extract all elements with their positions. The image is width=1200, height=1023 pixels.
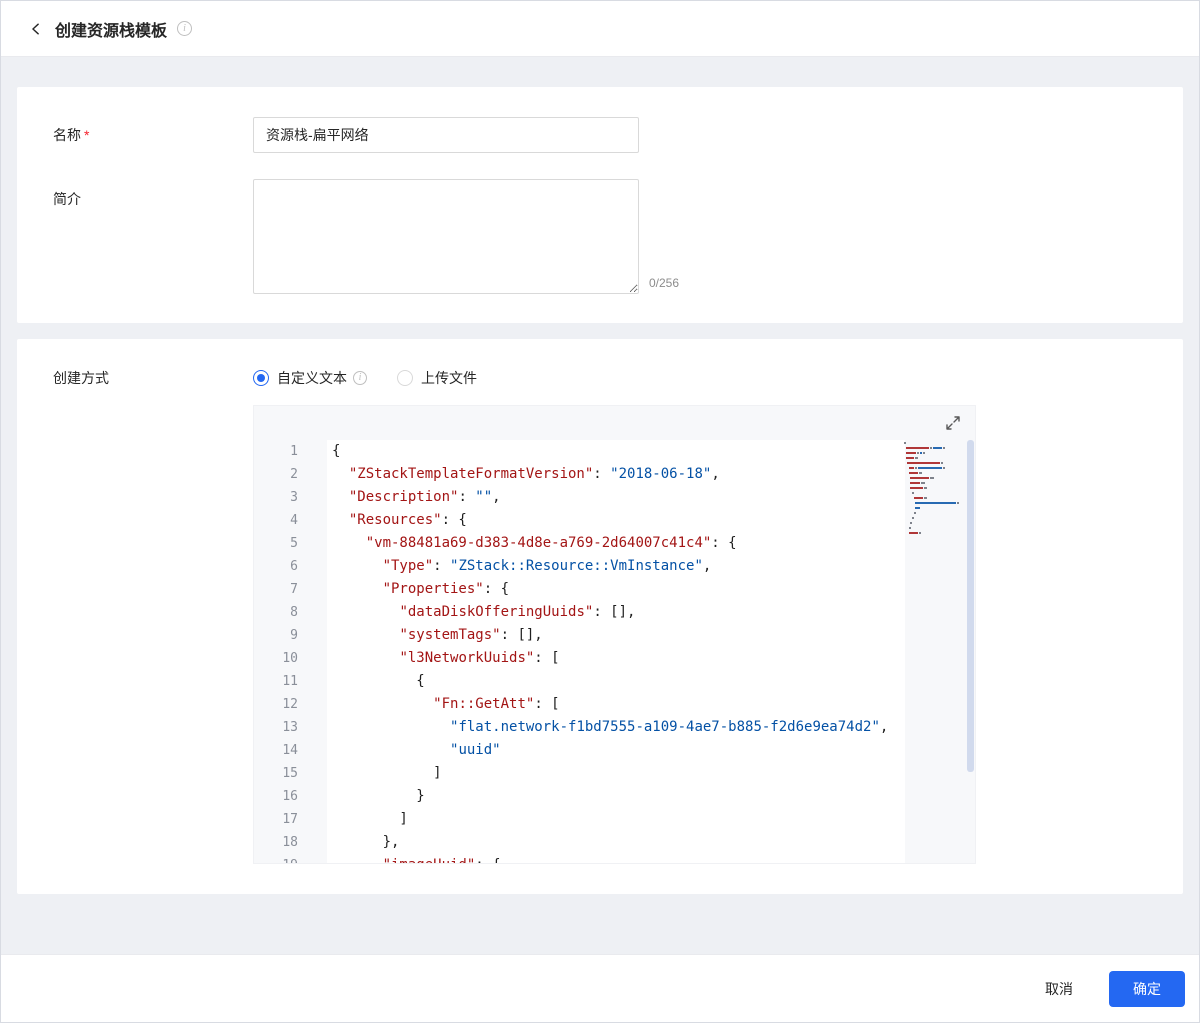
radio-group: 自定义文本 i 上传文件: [253, 367, 1147, 389]
code-line: "vm-88481a69-d383-4d8e-a769-2d64007c41c4…: [365, 535, 737, 551]
line-number: 18: [282, 835, 298, 850]
page-header: 创建资源栈模板 i: [1, 1, 1199, 57]
line-number: 17: [282, 812, 298, 827]
line-number: 5: [290, 536, 298, 551]
line-number: 3: [290, 490, 298, 505]
line-number: 6: [290, 559, 298, 574]
line-number: 11: [282, 674, 298, 689]
code-line: }: [332, 788, 425, 804]
code-line: "Type": "ZStack::Resource::VmInstance",: [382, 558, 712, 574]
line-number: 1: [290, 444, 298, 459]
name-label-text: 名称: [53, 127, 81, 143]
info-icon: i: [177, 21, 193, 36]
code-line: "Properties": {: [382, 581, 510, 597]
line-number: 12: [282, 697, 298, 712]
code-line: "ZStackTemplateFormatVersion": "2018-06-…: [348, 466, 720, 482]
create-method-card: 创建方式 自定义文本 i 上传文件 1 2 3 4 5 6 7 8 9 10 1…: [17, 339, 1183, 894]
cancel-button[interactable]: 取消: [1035, 971, 1083, 1007]
code-line: "Description": "",: [348, 489, 501, 505]
code-line: "Resources": {: [348, 512, 467, 528]
line-number: 9: [290, 628, 298, 643]
radio-dot-icon: [253, 370, 269, 386]
char-counter: 0/256: [649, 276, 680, 290]
description-row: 简介 0/256: [53, 179, 1147, 294]
editor-code-area[interactable]: { "ZStackTemplateFormatVersion": "2018-0…: [327, 440, 905, 863]
code-line: "flat.network-f1bd7555-a109-4ae7-b885-f2…: [450, 719, 889, 735]
basic-info-card: 名称* 简介 0/256: [17, 87, 1183, 323]
required-mark: *: [84, 127, 90, 143]
name-label: 名称 *: [53, 117, 253, 153]
line-number: 8: [290, 605, 298, 620]
description-textarea[interactable]: [253, 179, 639, 294]
code-line: "l3NetworkUuids": [: [399, 650, 560, 666]
line-number: 15: [282, 766, 298, 781]
line-number: 2: [290, 467, 298, 482]
editor-scrollbar[interactable]: [967, 440, 974, 772]
main-content: 名称* 简介 0/256 创建方式 自定义文本: [1, 57, 1199, 894]
name-row: 名称 *: [53, 117, 1147, 153]
code-line: "imageUuid": {: [332, 854, 905, 863]
radio-upload-file-label: 上传文件: [421, 370, 477, 386]
info-icon: i: [353, 371, 367, 385]
line-number: 10: [282, 651, 298, 666]
code-line: {: [332, 443, 341, 459]
code-line: ]: [332, 811, 408, 827]
code-line: "uuid": [450, 742, 501, 758]
description-label: 简介: [53, 191, 81, 207]
confirm-button[interactable]: 确定: [1109, 970, 1185, 1007]
code-editor[interactable]: 12345678910111213141516171819 { "ZStackT…: [253, 405, 976, 864]
code-line: "dataDiskOfferingUuids": [],: [399, 604, 636, 620]
code-line: "systemTags": [],: [399, 627, 543, 643]
create-method-label: 创建方式: [53, 370, 109, 386]
line-number: 16: [282, 789, 298, 804]
code-line: {: [332, 673, 425, 689]
minimap-line: [904, 532, 966, 537]
create-method-field: 自定义文本 i 上传文件 1 2 3 4 5 6 7 8 9 10 11 12 …: [253, 367, 1147, 864]
chevron-left-icon: [32, 22, 39, 35]
expand-icon[interactable]: [945, 415, 961, 431]
line-number: 13: [282, 720, 298, 735]
line-number: 4: [290, 513, 298, 528]
name-input[interactable]: [253, 117, 639, 153]
editor-gutter: 12345678910111213141516171819: [254, 440, 304, 863]
line-number: 19: [254, 854, 298, 863]
code-line: ]: [332, 765, 442, 781]
radio-custom-text[interactable]: 自定义文本: [253, 368, 347, 388]
code-line: },: [332, 834, 400, 850]
code-line: "Fn::GetAtt": [: [433, 696, 560, 712]
editor-minimap[interactable]: [904, 442, 966, 537]
line-number: 14: [282, 743, 298, 758]
back-button[interactable]: [27, 20, 45, 38]
page-title: 创建资源栈模板: [55, 22, 168, 40]
line-number: 7: [290, 582, 298, 597]
radio-custom-text-label: 自定义文本: [277, 370, 347, 386]
radio-circle-icon: [397, 370, 413, 386]
radio-upload-file[interactable]: 上传文件: [397, 368, 477, 388]
page-footer: 取消 确定: [1, 954, 1199, 1022]
create-stack-template-page: 创建资源栈模板 i 名称* 简介 0/256 创建方式: [0, 0, 1200, 1023]
create-method-row: 创建方式 自定义文本 i 上传文件 1 2 3 4 5 6 7 8 9 10 1…: [53, 367, 1147, 864]
